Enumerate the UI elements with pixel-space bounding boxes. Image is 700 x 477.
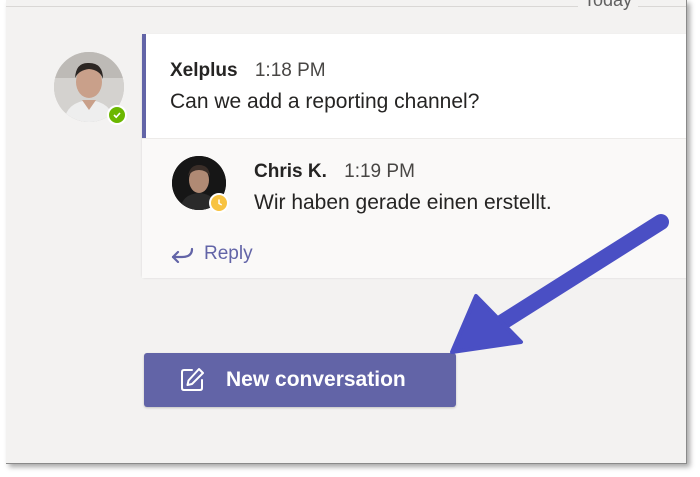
reply-arrow-icon xyxy=(171,247,194,263)
message-header: Xelplus 1:18 PM xyxy=(170,60,326,82)
new-conversation-button[interactable]: New conversation xyxy=(144,353,456,407)
new-conversation-label: New conversation xyxy=(226,368,406,391)
message-text: Can we add a reporting channel? xyxy=(170,90,480,113)
reply-label: Reply xyxy=(204,243,253,264)
date-divider: Today xyxy=(6,0,686,12)
reply-author[interactable]: Chris K. xyxy=(254,161,327,182)
reply-header: Chris K. 1:19 PM xyxy=(254,161,415,183)
compose-icon xyxy=(178,366,206,394)
presence-away-icon xyxy=(209,193,229,213)
message-author[interactable]: Xelplus xyxy=(170,60,238,81)
reply-time: 1:19 PM xyxy=(344,161,415,182)
reply-text: Wir haben gerade einen erstellt. xyxy=(254,191,552,214)
message-time: 1:18 PM xyxy=(254,60,326,81)
presence-available-icon xyxy=(107,105,127,125)
reply-button[interactable]: Reply xyxy=(170,243,253,265)
chat-frame: Today Xelplus 1:18 PM Can we add a repor… xyxy=(6,0,687,464)
unread-accent-bar xyxy=(142,34,146,138)
date-divider-label: Today xyxy=(577,0,638,11)
message-thread-card: Xelplus 1:18 PM Can we add a reporting c… xyxy=(142,34,686,278)
